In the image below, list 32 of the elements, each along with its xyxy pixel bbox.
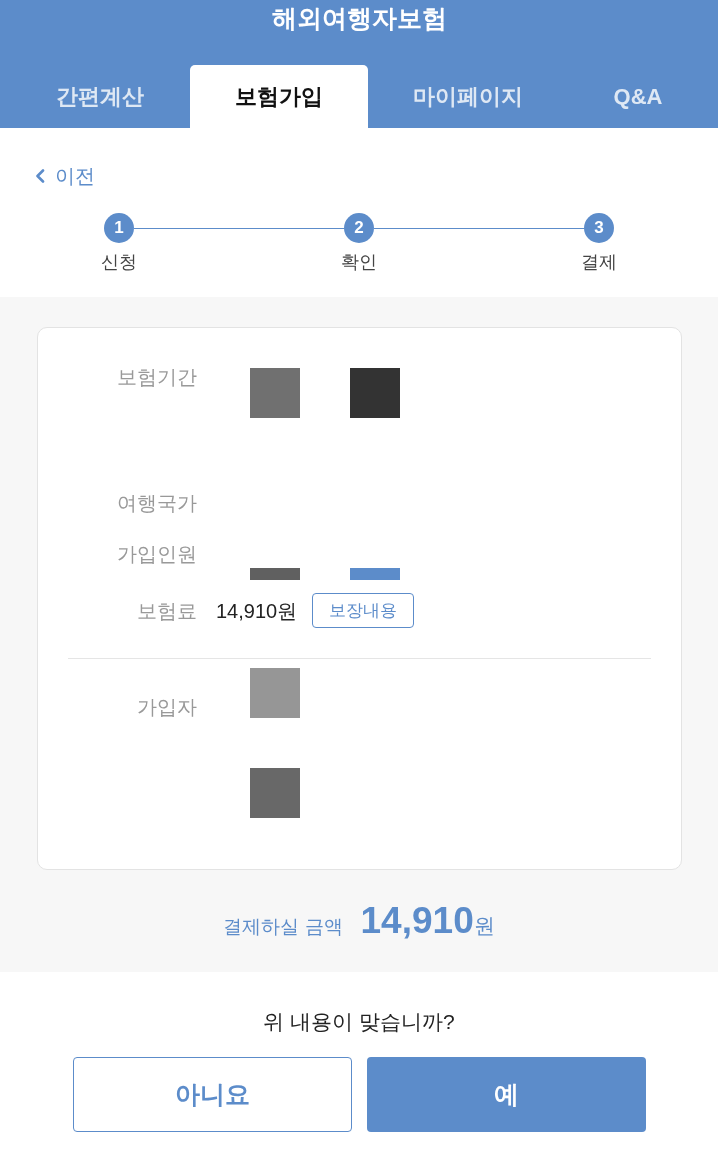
step-label: 확인 [341, 251, 377, 274]
nav-tab[interactable]: Q&A [568, 65, 718, 128]
step-number: 3 [584, 213, 614, 243]
placeholder-block [350, 368, 400, 418]
nav-tab[interactable]: 마이페이지 [368, 65, 568, 128]
price-value: 14,910원 [216, 598, 298, 624]
field-label: 보험료 [136, 598, 197, 624]
coverage-button[interactable]: 보장내용 [312, 593, 415, 628]
nav-tab[interactable]: 간편계산 [0, 65, 190, 128]
no-button[interactable]: 아니요 [72, 1057, 352, 1132]
placeholder-block [250, 768, 300, 818]
field-label: 가입인원 [116, 542, 197, 567]
field-label: 가입자 [136, 695, 197, 720]
field-label: 보험기간 [116, 365, 197, 390]
total-amount: 14,910 [360, 899, 474, 943]
total-label: 결제하실 금액 [223, 915, 343, 939]
placeholder-block [250, 368, 300, 418]
nav-tab[interactable]: 보험가입 [190, 65, 368, 128]
step-label: 신청 [101, 251, 137, 274]
page-title: 해외여행자보험 [271, 3, 447, 34]
back-link[interactable]: 이전 [35, 162, 95, 190]
confirm-question: 위 내용이 맞습니까? [263, 1009, 455, 1035]
step-label: 결제 [581, 251, 617, 274]
field-label: 여행국가 [116, 491, 197, 516]
currency-unit: 원 [473, 913, 495, 939]
step-number: 1 [104, 213, 134, 243]
step-number: 2 [344, 213, 374, 243]
placeholder-bar [250, 568, 300, 580]
yes-button[interactable]: 예 [366, 1057, 646, 1132]
placeholder-block [250, 668, 300, 718]
chevron-left-icon [35, 169, 45, 183]
placeholder-bar [350, 568, 400, 580]
